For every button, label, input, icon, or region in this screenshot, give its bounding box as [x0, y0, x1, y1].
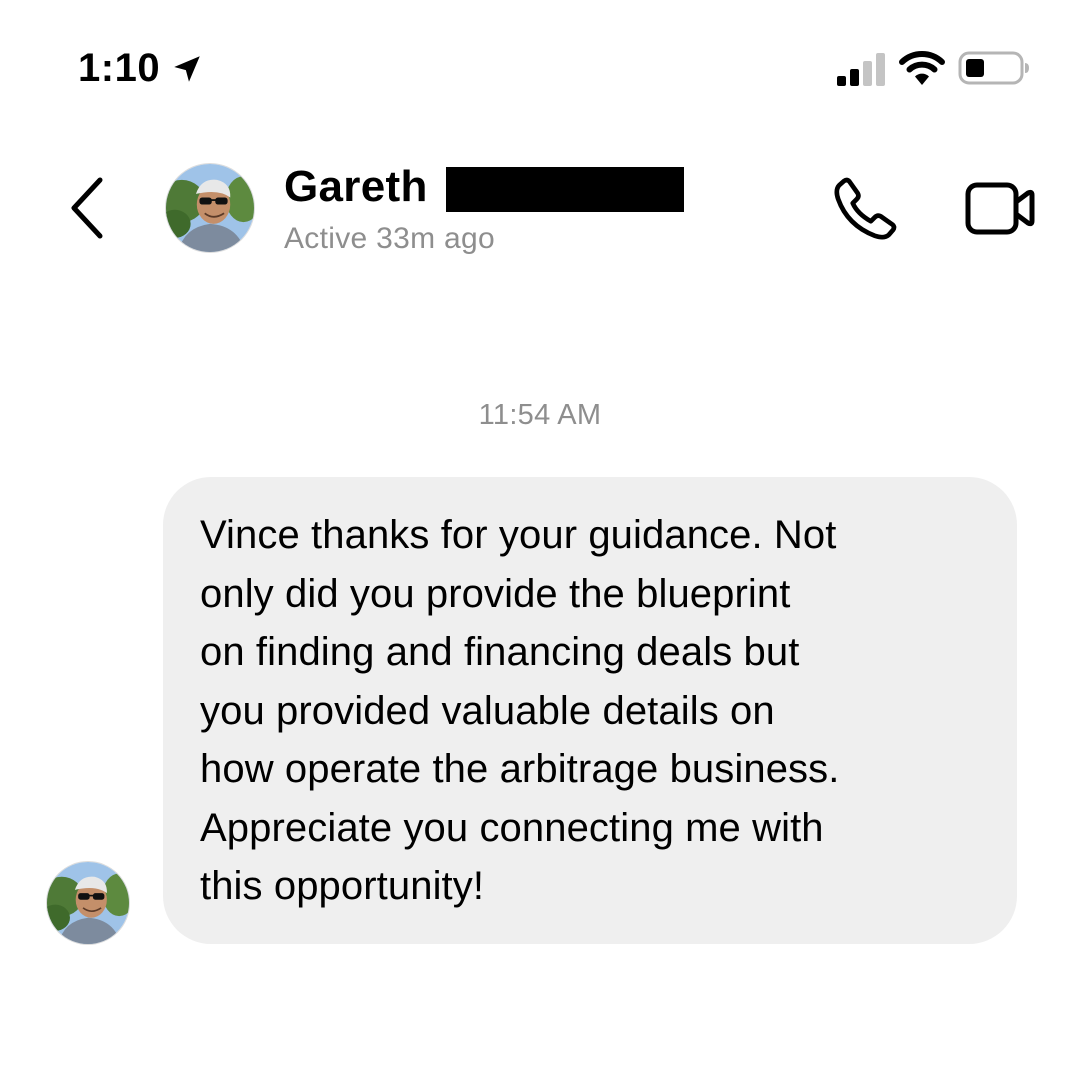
- message-line: this opportunity!: [200, 864, 485, 908]
- contact-avatar[interactable]: [166, 164, 254, 252]
- video-camera-icon[interactable]: [962, 176, 1038, 240]
- message-line: only did you provide the blueprint: [200, 571, 791, 616]
- avatar-photo: [47, 862, 129, 944]
- message-line: on finding and financing deals but: [200, 630, 800, 674]
- contact-name[interactable]: Gareth: [284, 161, 428, 213]
- redaction-bar: [446, 167, 684, 212]
- message-line: you provided valuable details on: [200, 688, 775, 733]
- sender-avatar[interactable]: [47, 862, 129, 944]
- back-chevron-icon[interactable]: [60, 170, 116, 246]
- cellular-signal-icon: [837, 53, 885, 86]
- message-text: Vince thanks for your guidance. Not only…: [200, 506, 987, 916]
- avatar-photo: [166, 164, 254, 252]
- active-status: Active 33m ago: [284, 222, 495, 255]
- message-line: Vince thanks for your guidance. Not: [200, 513, 837, 557]
- location-arrow-icon: [174, 56, 200, 82]
- message-line: how operate the arbitrage business.: [200, 747, 840, 791]
- battery-icon: [958, 51, 1029, 85]
- message-bubble[interactable]: Vince thanks for your guidance. Not only…: [163, 477, 1017, 944]
- phone-icon[interactable]: [830, 174, 900, 244]
- wifi-icon: [899, 51, 945, 85]
- message-line: Appreciate you connecting me with: [200, 805, 824, 850]
- status-time: 1:10: [78, 46, 161, 90]
- message-timestamp: 11:54 AM: [478, 399, 602, 431]
